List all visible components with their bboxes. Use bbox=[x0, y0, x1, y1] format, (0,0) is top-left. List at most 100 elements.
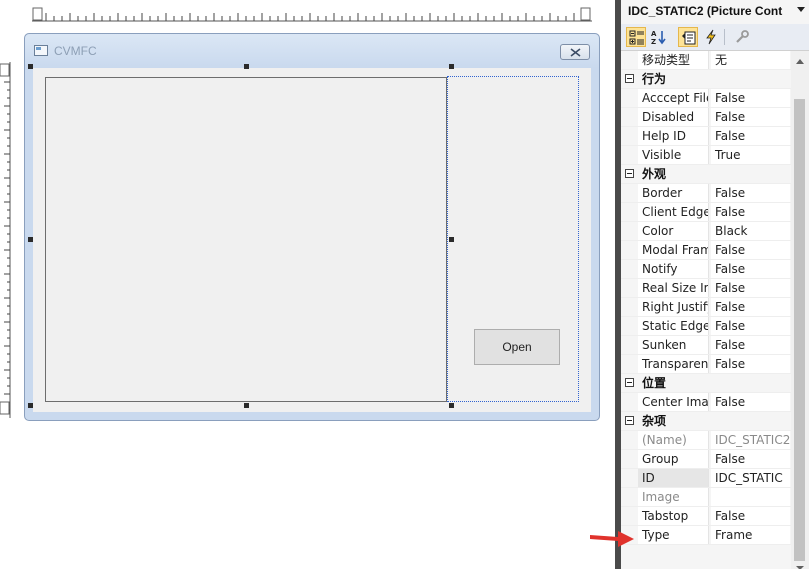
resize-handle[interactable] bbox=[28, 64, 33, 69]
property-row[interactable]: Disabled False bbox=[621, 108, 791, 127]
property-category[interactable]: 杂项 bbox=[621, 412, 791, 431]
property-name[interactable]: Help ID bbox=[638, 127, 709, 145]
dialog-titlebar[interactable]: CVMFC bbox=[25, 34, 599, 68]
property-value[interactable]: Black bbox=[711, 222, 790, 240]
property-value[interactable]: IDC_STATIC2 bbox=[711, 431, 790, 449]
property-name[interactable]: Modal Frame bbox=[638, 241, 709, 259]
property-row[interactable]: Tabstop False bbox=[621, 507, 791, 526]
property-value[interactable]: False bbox=[711, 507, 790, 525]
property-row[interactable]: Client Edge False bbox=[621, 203, 791, 222]
collapse-icon[interactable] bbox=[625, 416, 634, 425]
property-name[interactable]: Client Edge bbox=[638, 203, 709, 221]
property-name[interactable]: Real Size Image bbox=[638, 279, 709, 297]
ruler-guide-handle[interactable] bbox=[32, 7, 43, 21]
property-row[interactable]: Acccept FilesFalse bbox=[621, 89, 791, 108]
resize-handle[interactable] bbox=[28, 403, 33, 408]
properties-scrollbar[interactable] bbox=[791, 51, 809, 569]
property-name[interactable]: Acccept Files bbox=[638, 89, 709, 107]
property-row[interactable]: Right Justify False bbox=[621, 298, 791, 317]
property-value[interactable]: IDC_STATIC bbox=[711, 469, 790, 487]
property-category[interactable]: 外观 bbox=[621, 165, 791, 184]
property-category[interactable]: 位置 bbox=[621, 374, 791, 393]
collapse-icon[interactable] bbox=[625, 378, 634, 387]
property-value[interactable]: False bbox=[711, 279, 790, 297]
property-name[interactable]: Static Edge bbox=[638, 317, 709, 335]
property-pages-button[interactable] bbox=[732, 27, 752, 47]
property-value[interactable]: False bbox=[711, 450, 790, 468]
alphabetical-button[interactable]: A Z bbox=[649, 27, 669, 47]
property-value[interactable] bbox=[711, 488, 790, 506]
property-value[interactable]: False bbox=[711, 336, 790, 354]
property-name[interactable]: Transparent bbox=[638, 355, 709, 373]
dialog-designer[interactable]: CVMFC Open bbox=[0, 0, 615, 569]
property-value[interactable]: False bbox=[711, 298, 790, 316]
property-value[interactable]: False bbox=[711, 317, 790, 335]
property-value[interactable]: False bbox=[711, 184, 790, 202]
categorized-button[interactable] bbox=[626, 27, 646, 47]
property-row[interactable]: Notify False bbox=[621, 260, 791, 279]
property-value[interactable]: False bbox=[711, 260, 790, 278]
property-row[interactable]: 移动类型无 bbox=[621, 51, 791, 70]
property-value[interactable]: False bbox=[711, 89, 790, 107]
property-name[interactable]: Image bbox=[638, 488, 709, 506]
property-name[interactable]: Group bbox=[638, 450, 709, 468]
property-row[interactable]: Static Edge False bbox=[621, 317, 791, 336]
property-name[interactable]: (Name) bbox=[638, 431, 709, 449]
property-value[interactable]: Frame bbox=[711, 526, 790, 544]
property-row[interactable]: Visible True bbox=[621, 146, 791, 165]
property-row[interactable]: (Name) IDC_STATIC2 bbox=[621, 431, 791, 450]
resize-handle[interactable] bbox=[28, 237, 33, 242]
resize-handle[interactable] bbox=[244, 403, 249, 408]
property-row[interactable]: Type Frame bbox=[621, 526, 791, 545]
property-name[interactable]: Center Image bbox=[638, 393, 709, 411]
property-name[interactable]: 移动类型 bbox=[638, 51, 709, 69]
property-value[interactable]: 无 bbox=[711, 51, 790, 69]
property-row[interactable]: ID IDC_STATIC bbox=[621, 469, 791, 488]
resize-handle[interactable] bbox=[449, 237, 454, 242]
property-row[interactable]: Transparent False bbox=[621, 355, 791, 374]
property-value[interactable]: False bbox=[711, 355, 790, 373]
property-row[interactable]: Sunken False bbox=[621, 336, 791, 355]
property-name[interactable]: Sunken bbox=[638, 336, 709, 354]
scroll-up-icon[interactable] bbox=[796, 59, 804, 64]
property-value[interactable]: False bbox=[711, 203, 790, 221]
resize-handle[interactable] bbox=[449, 64, 454, 69]
ruler-guide-handle[interactable] bbox=[580, 7, 591, 21]
property-value[interactable]: False bbox=[711, 108, 790, 126]
resize-handle[interactable] bbox=[244, 64, 249, 69]
ruler-guide-handle[interactable] bbox=[0, 63, 10, 77]
chevron-down-icon[interactable] bbox=[797, 7, 805, 12]
property-name[interactable]: Border bbox=[638, 184, 709, 202]
property-value[interactable]: False bbox=[711, 241, 790, 259]
close-button[interactable] bbox=[560, 44, 590, 60]
property-row[interactable]: Center ImageFalse bbox=[621, 393, 791, 412]
property-row[interactable]: Border False bbox=[621, 184, 791, 203]
properties-button[interactable] bbox=[678, 27, 698, 47]
property-name[interactable]: Tabstop bbox=[638, 507, 709, 525]
property-name[interactable]: Color bbox=[638, 222, 709, 240]
property-row[interactable]: Image bbox=[621, 488, 791, 507]
dialog-window[interactable]: CVMFC Open bbox=[24, 33, 600, 421]
property-category[interactable]: 行为 bbox=[621, 70, 791, 89]
property-row[interactable]: Group False bbox=[621, 450, 791, 469]
property-value[interactable]: False bbox=[711, 393, 790, 411]
property-name[interactable]: Right Justify bbox=[638, 298, 709, 316]
property-row[interactable]: Color Black bbox=[621, 222, 791, 241]
object-selector[interactable]: IDC_STATIC2 (Picture Cont bbox=[621, 0, 809, 25]
property-value[interactable]: False bbox=[711, 127, 790, 145]
scrollbar-thumb[interactable] bbox=[794, 99, 805, 561]
property-name[interactable]: Notify bbox=[638, 260, 709, 278]
picture-control[interactable] bbox=[45, 77, 447, 402]
property-name[interactable]: ID bbox=[638, 469, 709, 487]
property-row[interactable]: Modal FrameFalse bbox=[621, 241, 791, 260]
property-name[interactable]: Type bbox=[638, 526, 709, 544]
resize-handle[interactable] bbox=[449, 403, 454, 408]
collapse-icon[interactable] bbox=[625, 74, 634, 83]
property-name[interactable]: Visible bbox=[638, 146, 709, 164]
dialog-client-area[interactable]: Open bbox=[28, 64, 591, 412]
open-button[interactable]: Open bbox=[474, 329, 560, 365]
property-name[interactable]: Disabled bbox=[638, 108, 709, 126]
events-button[interactable] bbox=[701, 27, 721, 47]
property-value[interactable]: True bbox=[711, 146, 790, 164]
property-row[interactable]: Real Size ImageFalse bbox=[621, 279, 791, 298]
